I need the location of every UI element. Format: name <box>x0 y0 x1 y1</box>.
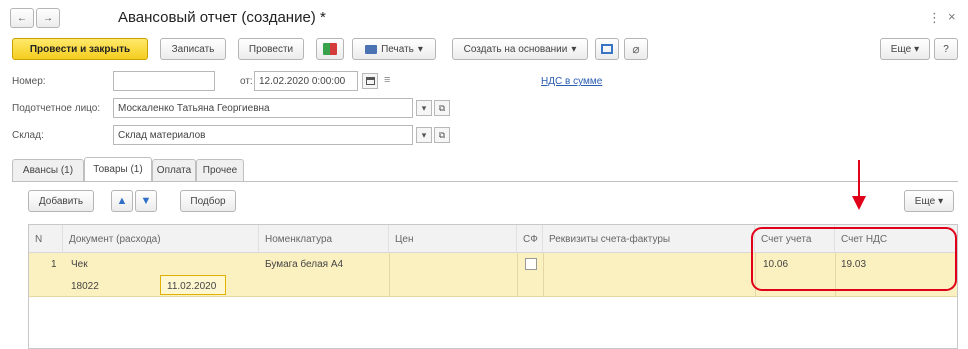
attachment-button[interactable]: ⌀ <box>624 38 648 60</box>
document-date-field[interactable]: 11.02.2020 <box>160 275 226 295</box>
warehouse-dropdown-button[interactable]: ▾ <box>416 127 432 143</box>
chevron-down-icon: ▾ <box>571 43 577 55</box>
col-vat-account[interactable]: Счет НДС <box>835 225 957 253</box>
printer-icon <box>365 44 378 54</box>
arrow-up-icon: ▲ <box>116 195 128 207</box>
col-document[interactable]: Документ (расхода) <box>63 225 259 253</box>
more-actions-icon[interactable]: ⋮ <box>928 10 941 26</box>
row-separator <box>517 253 518 297</box>
arrow-left-icon: ← <box>17 12 27 24</box>
col-nomenclature[interactable]: Номенклатура <box>259 225 389 253</box>
open-link-icon: ⧉ <box>438 102 446 113</box>
table-row[interactable]: 1 Чек 18022 11.02.2020 Бумага белая А4 1… <box>29 253 957 297</box>
warehouse-input[interactable]: Склад материалов <box>113 125 413 145</box>
arrow-down-icon: ▼ <box>140 195 152 207</box>
document-type[interactable]: Чек <box>71 259 88 270</box>
open-link-icon: ⧉ <box>438 129 446 140</box>
date-input[interactable]: 12.02.2020 0:00:00 <box>254 71 358 91</box>
warehouse-open-button[interactable]: ⧉ <box>434 127 450 143</box>
calendar-icon <box>365 77 375 85</box>
create-based-on-button[interactable]: Создать на основании ▾ <box>452 38 588 60</box>
person-dropdown-button[interactable]: ▾ <box>416 100 432 116</box>
add-button[interactable]: Добавить <box>28 190 94 212</box>
person-open-button[interactable]: ⧉ <box>434 100 450 116</box>
list-icon[interactable]: ≡ <box>384 74 390 86</box>
warehouse-label: Склад: <box>12 130 44 141</box>
col-account[interactable]: Счет учета <box>755 225 835 253</box>
table-more-button[interactable]: Еще ▾ <box>904 190 954 212</box>
nomenclature-value[interactable]: Бумага белая А4 <box>265 259 343 270</box>
tab-goods[interactable]: Товары (1) <box>84 157 152 181</box>
page-title: Авансовый отчет (создание) * <box>118 9 326 26</box>
arrow-right-icon: → <box>43 12 53 24</box>
col-price[interactable]: Цен <box>389 225 517 253</box>
move-up-button[interactable]: ▲ <box>111 190 133 212</box>
col-sf[interactable]: СФ <box>517 225 543 253</box>
move-down-button[interactable]: ▼ <box>135 190 157 212</box>
close-icon[interactable]: × <box>948 9 956 24</box>
dt-kt-icon <box>323 43 337 55</box>
select-button[interactable]: Подбор <box>180 190 236 212</box>
tab-advances[interactable]: Авансы (1) <box>12 159 84 181</box>
goods-table: N Документ (расхода) Номенклатура Цен СФ… <box>28 224 958 349</box>
print-button[interactable]: Печать ▾ <box>352 38 436 60</box>
chevron-down-icon: ▾ <box>417 43 423 55</box>
dt-kt-button[interactable] <box>316 38 344 60</box>
row-separator <box>543 253 544 297</box>
save-button[interactable]: Записать <box>160 38 226 60</box>
chevron-down-icon: ▾ <box>938 195 944 207</box>
col-invoice-details[interactable]: Реквизиты счета-фактуры <box>543 225 755 253</box>
forward-button[interactable]: → <box>36 8 60 28</box>
row-separator <box>835 253 836 297</box>
tab-other[interactable]: Прочее <box>196 159 244 181</box>
sf-checkbox[interactable] <box>525 258 537 270</box>
number-input[interactable] <box>113 71 215 91</box>
structure-icon <box>601 44 613 54</box>
more-button[interactable]: Еще ▾ <box>880 38 930 60</box>
accountable-person-label: Подотчетное лицо: <box>12 103 101 114</box>
vat-link[interactable]: НДС в сумме <box>541 76 602 87</box>
arrow-head-icon <box>852 196 866 210</box>
chevron-down-icon: ▾ <box>421 102 427 113</box>
chevron-down-icon: ▾ <box>914 43 920 55</box>
row-separator <box>389 253 390 297</box>
table-header: N Документ (расхода) Номенклатура Цен СФ… <box>29 225 957 253</box>
help-button[interactable]: ? <box>934 38 958 60</box>
number-label: Номер: <box>12 76 46 87</box>
structure-button[interactable] <box>595 38 619 60</box>
back-button[interactable]: ← <box>10 8 34 28</box>
post-button[interactable]: Провести <box>238 38 304 60</box>
row-separator <box>755 253 756 297</box>
paperclip-icon: ⌀ <box>632 42 640 56</box>
col-n[interactable]: N <box>29 225 63 253</box>
chevron-down-icon: ▾ <box>421 129 427 140</box>
document-date: 11.02.2020 <box>167 281 217 292</box>
date-label: от: <box>240 76 253 87</box>
accountable-person-input[interactable]: Москаленко Татьяна Георгиевна <box>113 98 413 118</box>
row-number: 1 <box>51 259 57 270</box>
document-number[interactable]: 18022 <box>71 281 99 292</box>
post-and-close-button[interactable]: Провести и закрыть <box>12 38 148 60</box>
tab-divider <box>12 181 958 182</box>
calendar-button[interactable] <box>362 73 378 89</box>
tab-payment[interactable]: Оплата <box>152 159 196 181</box>
vat-account-value[interactable]: 19.03 <box>841 259 866 270</box>
account-value[interactable]: 10.06 <box>763 259 788 270</box>
